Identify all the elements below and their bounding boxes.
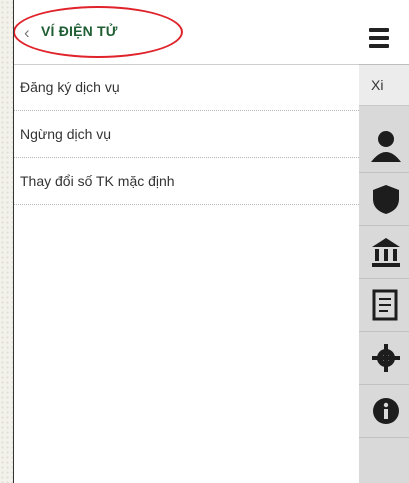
menu-item-stop[interactable]: Ngừng dịch vụ	[14, 111, 359, 158]
submenu-list: Đăng ký dịch vụ Ngừng dịch vụ Thay đổi s…	[14, 64, 359, 205]
menu-item-change-default-account[interactable]: Thay đổi số TK mặc định	[14, 158, 359, 205]
menu-item-register[interactable]: Đăng ký dịch vụ	[14, 64, 359, 111]
info-icon[interactable]	[359, 385, 409, 438]
main-subbar-text: Xi	[371, 77, 384, 93]
submenu-header: ‹ VÍ ĐIỆN TỬ	[14, 0, 359, 65]
shield-icon[interactable]	[359, 173, 409, 226]
document-icon[interactable]	[359, 279, 409, 332]
app-frame: ‹ VÍ ĐIỆN TỬ Đăng ký dịch vụ Ngừng dịch …	[13, 0, 409, 483]
submenu-panel: ‹ VÍ ĐIỆN TỬ Đăng ký dịch vụ Ngừng dịch …	[14, 0, 360, 483]
submenu-title[interactable]: VÍ ĐIỆN TỬ	[41, 23, 118, 39]
hamburger-menu-icon[interactable]	[369, 28, 389, 52]
main-header	[359, 0, 409, 65]
main-icon-column	[359, 120, 409, 438]
gear-icon[interactable]	[359, 332, 409, 385]
chevron-left-icon[interactable]: ‹	[24, 24, 30, 41]
user-icon[interactable]	[359, 120, 409, 173]
main-screen-peek: Xi	[359, 0, 409, 483]
main-subbar: Xi	[359, 65, 409, 106]
bank-icon[interactable]	[359, 226, 409, 279]
